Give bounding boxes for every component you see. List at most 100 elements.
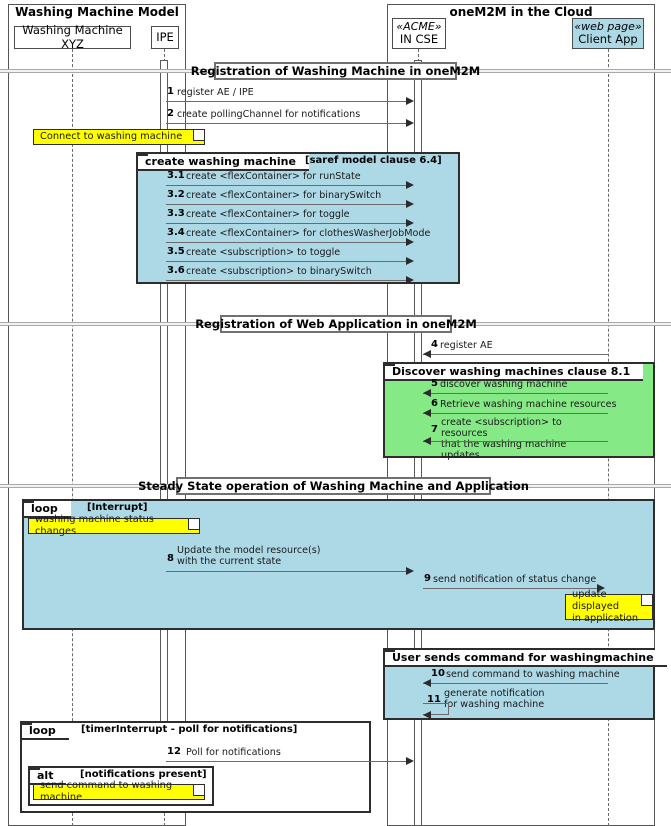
- lifeline-washing-machine-xyz: [72, 49, 73, 826]
- fragment-tab-corner-icon-3: [24, 501, 34, 503]
- section-label-registration-washing-machine: Registration of Washing Machine in oneM2…: [191, 62, 480, 80]
- fragment-loop-interrupt-label: loop: [31, 502, 58, 515]
- message-9-number: 9: [424, 573, 431, 584]
- note-status-changes-text: washing machine status changes: [35, 514, 154, 537]
- fragment-create-wm-guard: [saref model clause 6.4]: [305, 155, 442, 166]
- message-3-2-arrowhead: [406, 200, 414, 208]
- fragment-tab-corner-icon-6: [30, 768, 40, 770]
- message-6-number: 6: [431, 398, 438, 409]
- section-label-registration-web-app: Registration of Web Application in oneM2…: [195, 315, 477, 333]
- message-4-arrowhead: [423, 350, 431, 358]
- fragment-tab-corner-icon-5: [22, 723, 32, 725]
- fragment-alt-tab: alt: [30, 768, 67, 785]
- message-10-number: 10: [431, 668, 445, 679]
- note-update-displayed-text: update displayed in application: [572, 589, 639, 624]
- message-6-line: [423, 413, 608, 414]
- message-3-3-label: create <flexContainer> for toggle: [186, 209, 350, 220]
- message-3-1-arrowhead: [406, 181, 414, 189]
- note-update-displayed-in-application: update displayed in application: [565, 589, 653, 624]
- message-5-label: discover washing machine: [440, 379, 568, 390]
- fragment-loop-timer-tab: loop: [22, 723, 69, 740]
- message-3-4-label: create <flexContainer> for clothesWasher…: [186, 228, 431, 239]
- note-fold-icon-2: [188, 519, 199, 530]
- fragment-alt-guard: [notifications present]: [80, 769, 207, 780]
- message-3-2-label: create <flexContainer> for binarySwitch: [186, 190, 382, 201]
- message-3-3-line: [166, 223, 410, 224]
- fragment-loop-timer-label: loop: [29, 724, 56, 737]
- fragment-discover-tab: Discover washing machines clause 8.1: [385, 364, 644, 381]
- fragment-loop-interrupt-tab: loop: [24, 501, 71, 518]
- message-7-label: create <subscription> to resources that …: [441, 417, 567, 462]
- note-fold-icon-3: [641, 595, 652, 606]
- message-10-arrowhead: [423, 679, 431, 687]
- message-4-label: register AE: [440, 340, 493, 351]
- message-2-arrowhead: [406, 119, 414, 127]
- message-1-line: [166, 101, 410, 102]
- fragment-loop-timer-guard: [timerInterrupt - poll for notifications…: [81, 724, 298, 735]
- message-3-3-arrowhead: [406, 219, 414, 227]
- sequence-diagram: Washing Machine Model oneM2M in the Clou…: [0, 0, 671, 826]
- message-12-label: Poll for notifications: [186, 747, 281, 758]
- participant-label-washing-machine-xyz: Washing Machine XYZ: [22, 23, 123, 51]
- section-label-steady-state: Steady State operation of Washing Machin…: [138, 477, 529, 495]
- message-3-1-number: 3.1: [167, 170, 185, 181]
- message-8-line: [166, 571, 410, 572]
- message-12-arrowhead: [406, 757, 414, 765]
- fragment-user-command-label: User sends command for washingmachine: [392, 651, 654, 664]
- fragment-user-sends-command-tab: User sends command for washingmachine: [385, 650, 667, 667]
- message-3-5-number: 3.5: [167, 246, 185, 257]
- fragment-tab-corner-icon: [138, 154, 148, 156]
- message-3-1-line: [166, 185, 410, 186]
- message-2-line: [166, 123, 410, 124]
- fragment-loop-interrupt-guard: [Interrupt]: [87, 502, 148, 513]
- message-2-label: create pollingChannel for notifications: [177, 109, 361, 120]
- participant-client-app[interactable]: «web page» Client App: [572, 18, 644, 49]
- message-7-line: [423, 441, 608, 442]
- participant-label-client-app: Client App: [578, 32, 638, 47]
- fragment-create-wm-label: create washing machine: [145, 155, 296, 168]
- message-6-label: Retrieve washing machine resources: [440, 399, 617, 410]
- message-3-4-arrowhead: [406, 238, 414, 246]
- message-11-arrowhead: [423, 711, 431, 719]
- message-3-5-label: create <subscription> to toggle: [186, 247, 341, 258]
- participant-ipe[interactable]: IPE: [151, 26, 179, 49]
- fragment-discover-label: Discover washing machines clause 8.1: [392, 365, 631, 378]
- message-1-arrowhead: [406, 97, 414, 105]
- note-connect-text: Connect to washing machine: [40, 131, 183, 143]
- group-title-washing-machine-model: Washing Machine Model: [15, 5, 179, 19]
- message-8-label: Update the model resource(s) with the cu…: [177, 545, 321, 568]
- participant-in-cse[interactable]: «ACME» IN CSE: [392, 18, 446, 49]
- fragment-create-washing-machine-tab: create washing machine: [138, 154, 309, 171]
- message-6-arrowhead: [423, 409, 431, 417]
- message-7-number: 7: [431, 424, 438, 435]
- message-3-6-arrowhead: [406, 276, 414, 284]
- message-12-number: 12: [167, 746, 181, 757]
- message-1-number: 1: [167, 86, 174, 97]
- message-1-label: register AE / IPE: [177, 87, 254, 98]
- message-8-number: 8: [167, 553, 174, 564]
- note-washing-machine-status-changes: washing machine status changes: [28, 514, 200, 537]
- message-3-2-number: 3.2: [167, 189, 185, 200]
- message-3-6-label: create <subscription> to binarySwitch: [186, 266, 372, 277]
- message-9-label: send notification of status change: [433, 574, 597, 585]
- note-fold-icon: [193, 130, 204, 141]
- group-title-onem2m-cloud: oneM2M in the Cloud: [449, 5, 593, 19]
- participant-label-ipe: IPE: [156, 29, 174, 44]
- message-5-arrowhead: [423, 389, 431, 397]
- participant-washing-machine-xyz[interactable]: Washing Machine XYZ: [14, 23, 131, 51]
- message-4-number: 4: [431, 339, 438, 350]
- message-3-2-line: [166, 204, 410, 205]
- message-5-line: [423, 393, 608, 394]
- fragment-tab-corner-icon-2: [385, 364, 395, 366]
- message-12-line: [166, 761, 410, 762]
- message-3-4-line: [166, 242, 410, 243]
- message-3-4-number: 3.4: [167, 227, 185, 238]
- message-3-3-number: 3.3: [167, 208, 185, 219]
- message-4-line: [423, 354, 608, 355]
- note-send-command-to-washing-machine: send command to washing machine: [33, 780, 205, 803]
- message-11-label: generate notification for washing machin…: [444, 688, 545, 711]
- message-5-number: 5: [431, 378, 438, 389]
- message-10-label: send command to washing machine: [446, 669, 620, 680]
- note-connect-to-washing-machine: Connect to washing machine: [33, 129, 205, 145]
- section-label-text-2: Registration of Web Application in oneM2…: [195, 317, 477, 331]
